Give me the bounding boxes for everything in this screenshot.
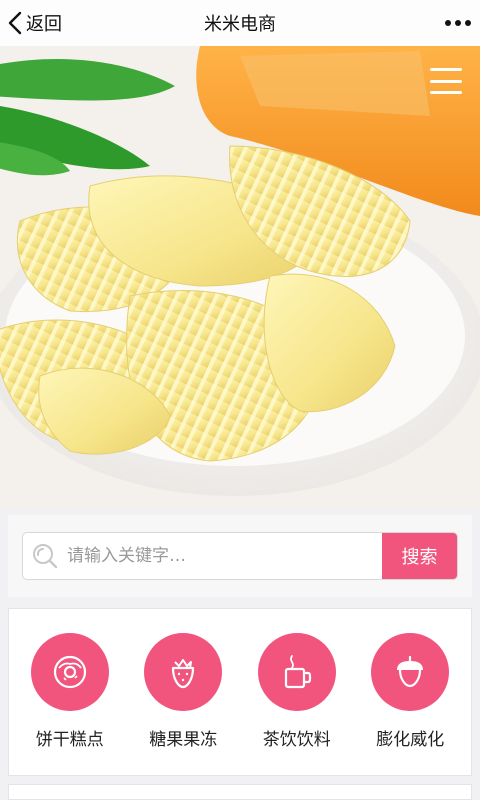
search-input[interactable] [67, 533, 382, 579]
banner-image [0, 46, 480, 508]
navbar: 返回 米米电商 [0, 0, 480, 46]
acorn-icon [371, 633, 450, 711]
back-label: 返回 [26, 14, 62, 35]
category-grid: 饼干糕点 糖果果冻 茶饮饮料 膨化威化 [8, 608, 472, 776]
cup-icon [257, 633, 336, 711]
search-button[interactable]: 搜索 [382, 533, 457, 579]
category-label: 饼干糕点 [35, 730, 104, 750]
category-label: 糖果果冻 [149, 730, 218, 750]
back-button[interactable]: 返回 [0, 0, 62, 46]
chevron-left-icon [8, 11, 22, 35]
next-section-edge [8, 784, 472, 800]
category-candy[interactable]: 糖果果冻 [131, 609, 235, 775]
category-drinks[interactable]: 茶饮饮料 [245, 609, 349, 775]
category-biscuits[interactable]: 饼干糕点 [18, 609, 122, 775]
dot-icon [465, 20, 471, 26]
search-icon [23, 533, 67, 579]
strawberry-icon [144, 633, 223, 711]
page-title: 米米电商 [204, 14, 276, 35]
category-label: 茶饮饮料 [262, 730, 331, 750]
category-label: 膨化威化 [376, 730, 445, 750]
search-bar: 搜索 [22, 532, 458, 580]
hero-banner[interactable] [0, 46, 480, 508]
category-puffed[interactable]: 膨化威化 [358, 609, 462, 775]
donut-icon [30, 633, 109, 711]
search-section: 搜索 [8, 515, 472, 597]
more-options-button[interactable] [436, 0, 480, 46]
dot-icon [455, 20, 461, 26]
hamburger-menu-icon[interactable] [426, 64, 466, 98]
dot-icon [445, 20, 451, 26]
